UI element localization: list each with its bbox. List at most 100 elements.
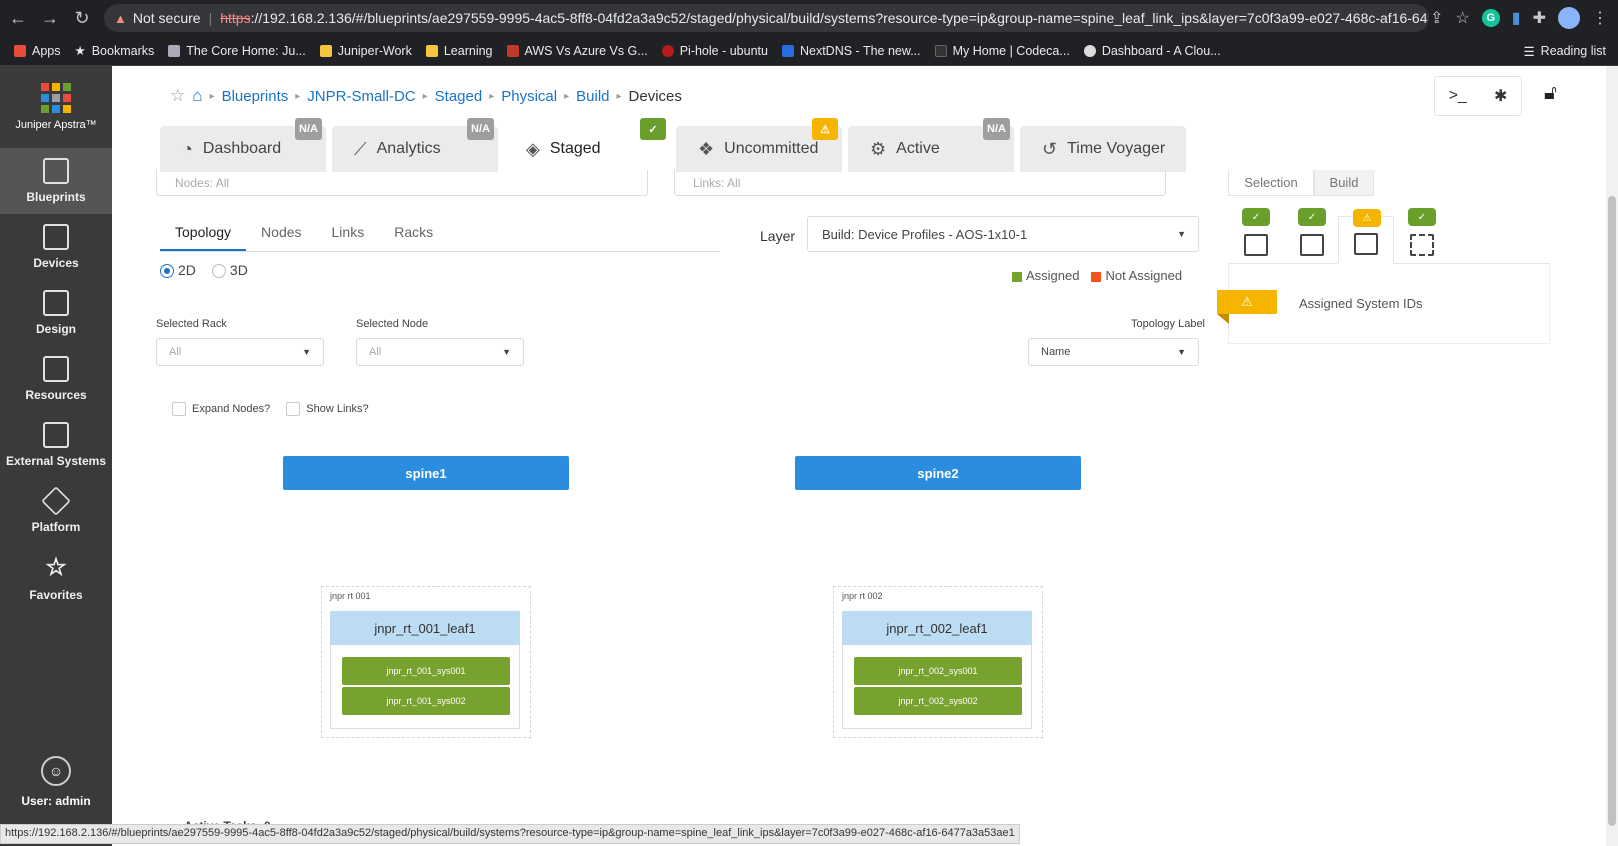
share-icon[interactable]: ⇪: [1430, 8, 1443, 28]
bookmark-learning[interactable]: Learning: [425, 44, 493, 58]
legend-assigned: Assigned: [1012, 268, 1079, 283]
system-node[interactable]: jnpr_rt_002_sys002: [854, 687, 1022, 715]
puzzle-icon[interactable]: ✚: [1533, 8, 1546, 28]
bug-icon[interactable]: ✱: [1494, 86, 1507, 106]
back-icon[interactable]: ←: [4, 4, 32, 32]
nav-favorites[interactable]: ☆ Favorites: [0, 544, 112, 610]
logo-cell: [41, 83, 49, 91]
nodes-filter[interactable]: Nodes: All: [156, 170, 648, 196]
radio-3d[interactable]: 3D: [211, 262, 248, 279]
breadcrumb-blueprint[interactable]: JNPR-Small-DC: [307, 88, 415, 105]
breadcrumb-physical[interactable]: Physical: [501, 88, 557, 105]
forward-icon[interactable]: →: [36, 4, 64, 32]
bookmark-my-home[interactable]: My Home | Codeca...: [934, 44, 1070, 58]
device-profiles-tab[interactable]: ✓: [1284, 208, 1340, 264]
selected-node-label: Selected Node: [356, 318, 429, 330]
chart-icon: ⟋: [354, 138, 367, 159]
tab-staged[interactable]: ◈ Staged ✓: [504, 118, 670, 172]
tab-uncommitted[interactable]: ❖ Uncommitted ⚠: [676, 118, 842, 172]
address-bar[interactable]: ▲ Not secure | https ://192.168.2.136/#/…: [104, 4, 1429, 32]
expand-nodes-checkbox[interactable]: Expand Nodes?: [172, 402, 270, 416]
bookmark-bookmarks[interactable]: ★ Bookmarks: [75, 43, 155, 59]
blueprints-icon: [43, 158, 69, 184]
spine-node[interactable]: spine2: [795, 456, 1081, 490]
tab-links[interactable]: Links: [317, 218, 380, 251]
profile-avatar[interactable]: [1558, 7, 1580, 29]
grammarly-extension-icon[interactable]: G: [1481, 9, 1500, 27]
home-icon[interactable]: ⌂: [192, 86, 202, 106]
page-scrollbar[interactable]: [1606, 66, 1618, 846]
external-systems-icon: [43, 422, 69, 448]
breadcrumb-blueprints[interactable]: Blueprints: [222, 88, 289, 105]
tab-dashboard[interactable]: ◔ Dashboard N/A: [160, 118, 326, 172]
status-badge: N/A: [295, 118, 322, 140]
layer-select[interactable]: Build: Device Profiles - AOS-1x10-1 ▼: [807, 216, 1199, 252]
tab-analytics[interactable]: ⟋ Analytics N/A: [332, 118, 498, 172]
status-badge: ⚠: [812, 118, 838, 140]
system-ids-tab[interactable]: ⚠: [1338, 209, 1394, 264]
leaf-node[interactable]: jnpr_rt_001_leaf1: [330, 611, 520, 645]
caret-down-icon: ▼: [1177, 229, 1186, 239]
bookmark-dashboard[interactable]: Dashboard - A Clou...: [1083, 44, 1221, 58]
topology-tab[interactable]: ✓: [1394, 208, 1450, 264]
tab-topology[interactable]: Topology: [160, 218, 247, 251]
assigned-system-ids-label[interactable]: Assigned System IDs: [1299, 296, 1423, 311]
tab-racks[interactable]: Racks: [379, 218, 448, 251]
nav-blueprints[interactable]: Blueprints: [0, 148, 112, 214]
extension-icon[interactable]: ▮: [1512, 8, 1521, 28]
bookmark-pihole[interactable]: Pi-hole - ubuntu: [661, 44, 768, 58]
bookmark-star-icon[interactable]: ☆: [1455, 8, 1469, 28]
nav-resources[interactable]: Resources: [0, 346, 112, 412]
favorite-star-icon[interactable]: ☆: [170, 86, 185, 106]
brand-name: Juniper Apstra™: [15, 119, 97, 131]
topology-label-select[interactable]: Name ▼: [1028, 338, 1199, 366]
tab-build[interactable]: Build: [1314, 170, 1374, 196]
radio-button: [160, 264, 174, 279]
links-filter[interactable]: Links: All: [674, 170, 1166, 196]
reading-list[interactable]: ☰ Reading list: [1523, 36, 1606, 66]
scroll-thumb[interactable]: [1608, 196, 1616, 826]
rack[interactable]: jnpr rt 002 jnpr_rt_002_leaf1 jnpr_rt_00…: [833, 586, 1043, 738]
breadcrumb-build[interactable]: Build: [576, 88, 609, 105]
radio-2d[interactable]: 2D: [160, 262, 196, 279]
leaf-node[interactable]: jnpr_rt_002_leaf1: [842, 611, 1032, 645]
unlock-icon[interactable]: 🔓︎: [1544, 82, 1557, 105]
nav-devices[interactable]: Devices: [0, 214, 112, 280]
breadcrumb-staged[interactable]: Staged: [435, 88, 483, 105]
show-links-checkbox[interactable]: Show Links?: [286, 402, 369, 416]
chevron-right-icon: ▸: [616, 90, 622, 102]
system-node[interactable]: jnpr_rt_001_sys002: [342, 687, 510, 715]
logo-cell: [41, 94, 49, 102]
bookmark-apps[interactable]: Apps: [14, 44, 61, 58]
list-view-tab[interactable]: ✓: [1228, 208, 1284, 264]
menu-icon[interactable]: ⋮: [1592, 8, 1608, 28]
tab-selection[interactable]: Selection: [1228, 170, 1314, 196]
system-node[interactable]: jnpr_rt_002_sys001: [854, 657, 1022, 685]
system-node[interactable]: jnpr_rt_001_sys001: [342, 657, 510, 685]
selected-node-select[interactable]: All ▼: [356, 338, 524, 366]
rack[interactable]: jnpr rt 001 jnpr_rt_001_leaf1 jnpr_rt_00…: [321, 586, 531, 738]
breadcrumb: ☆ ⌂ ▸ Blueprints ▸ JNPR-Small-DC ▸ Stage…: [170, 86, 682, 106]
nav-user[interactable]: ☺ User: admin: [0, 756, 112, 808]
bookmark-aws[interactable]: AWS Vs Azure Vs G...: [506, 44, 648, 58]
chevron-right-icon: ▸: [489, 90, 495, 102]
brand-logo[interactable]: Juniper Apstra™: [0, 66, 112, 148]
tab-nodes[interactable]: Nodes: [246, 218, 316, 251]
bookmark-juniper-work[interactable]: Juniper-Work: [319, 44, 412, 58]
folder-icon: [319, 44, 332, 57]
tab-active[interactable]: ⚙ Active N/A: [848, 118, 1014, 172]
top-tools: >_ ✱: [1434, 76, 1522, 116]
nav-design[interactable]: Design: [0, 280, 112, 346]
selected-rack-select[interactable]: All ▼: [156, 338, 324, 366]
bookmark-core-home[interactable]: The Core Home: Ju...: [168, 44, 306, 58]
cubes-icon: ❖: [698, 138, 715, 159]
nav-external-systems[interactable]: External Systems: [0, 412, 112, 478]
spine-node[interactable]: spine1: [283, 456, 569, 490]
reload-icon[interactable]: ↻: [68, 4, 96, 32]
status-badge: ✓: [640, 118, 666, 140]
tab-time-voyager[interactable]: ↺ Time Voyager: [1020, 126, 1186, 172]
bookmark-nextdns[interactable]: NextDNS - The new...: [781, 44, 921, 58]
cli-terminal-icon[interactable]: >_: [1449, 87, 1467, 105]
not-assigned-swatch: [1091, 271, 1102, 282]
nav-platform[interactable]: Platform: [0, 478, 112, 544]
